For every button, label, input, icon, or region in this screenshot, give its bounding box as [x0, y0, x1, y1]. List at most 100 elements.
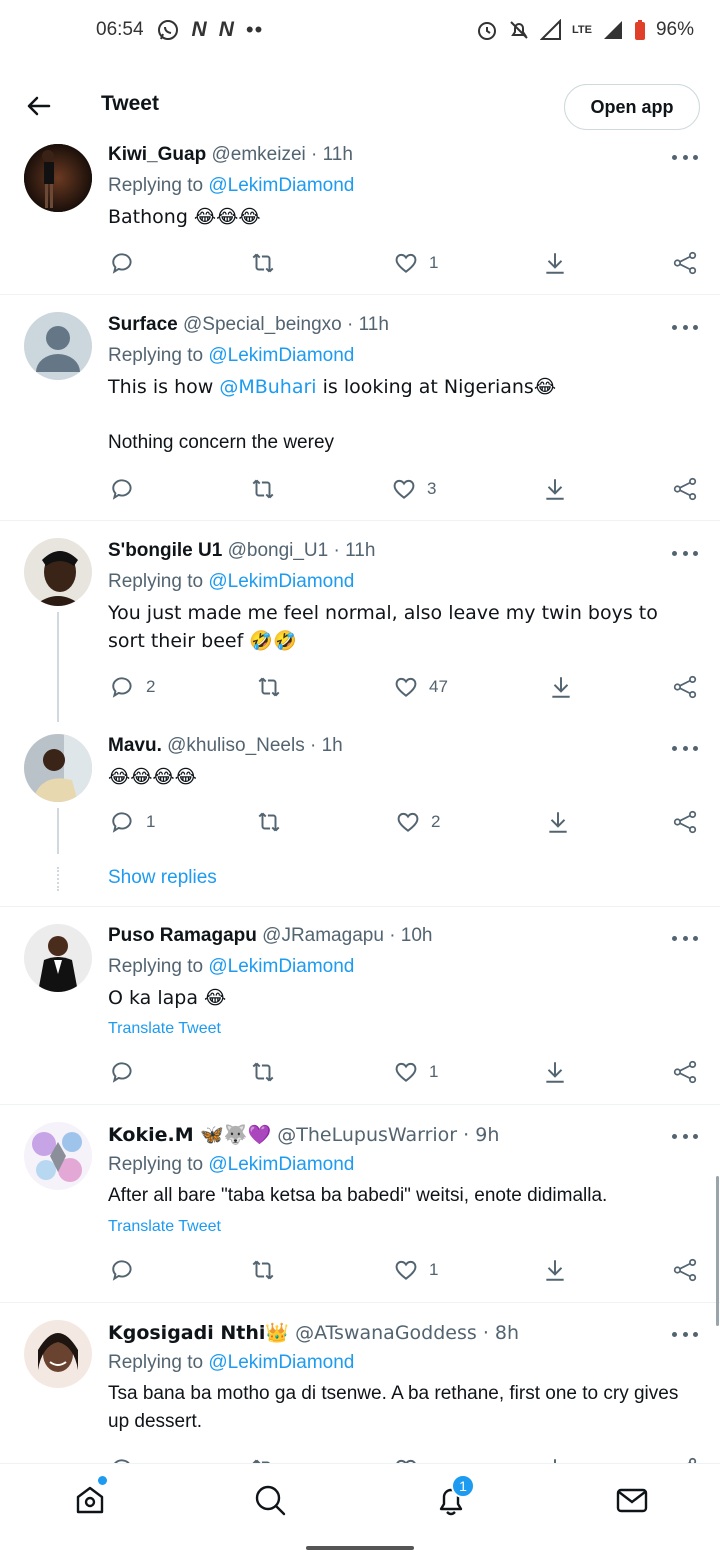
- like-button[interactable]: 1: [393, 1059, 438, 1085]
- reply-button[interactable]: [110, 1059, 136, 1085]
- replies-feed[interactable]: Kiwi_Guap @emkeizei · 11h Replying to @L…: [0, 140, 720, 1463]
- retweet-icon: [252, 1459, 270, 1463]
- share-icon: [673, 1258, 697, 1282]
- reply-count: 2: [146, 677, 156, 696]
- download-button[interactable]: [542, 476, 568, 502]
- avatar[interactable]: [24, 144, 92, 212]
- scrollbar[interactable]: [716, 1176, 719, 1326]
- like-count: 2: [431, 812, 441, 831]
- user-handle[interactable]: @ATswanaGoddess: [295, 1322, 477, 1344]
- open-app-button[interactable]: Open app: [564, 84, 700, 130]
- display-name[interactable]: Surface: [108, 314, 178, 335]
- tweet-actions: 2 47: [0, 674, 720, 704]
- share-button[interactable]: [672, 250, 698, 276]
- reply-button[interactable]: [110, 1257, 136, 1283]
- user-handle[interactable]: @khuliso_Neels: [167, 735, 305, 756]
- share-icon: [673, 810, 697, 834]
- share-button[interactable]: [672, 674, 698, 700]
- more-options-icon[interactable]: [672, 317, 698, 337]
- heart-icon: [397, 812, 419, 832]
- mention-link[interactable]: @LekimDiamond: [208, 175, 354, 196]
- retweet-button[interactable]: [250, 476, 276, 502]
- avatar[interactable]: [24, 538, 92, 606]
- signal-icon: [602, 19, 624, 41]
- retweet-button[interactable]: [250, 1456, 276, 1463]
- show-replies-link[interactable]: Show replies: [108, 867, 217, 889]
- share-button[interactable]: [672, 809, 698, 835]
- mention-link[interactable]: @MBuhari: [219, 376, 316, 398]
- display-name[interactable]: Puso Ramagapu: [108, 925, 257, 946]
- status-time: 06:54: [96, 19, 144, 40]
- like-button[interactable]: 3: [391, 476, 436, 502]
- more-options-icon[interactable]: [672, 928, 698, 948]
- mention-link[interactable]: @LekimDiamond: [208, 1352, 354, 1373]
- avatar[interactable]: [24, 734, 92, 802]
- home-icon[interactable]: [72, 1482, 108, 1518]
- more-options-icon[interactable]: [672, 147, 698, 167]
- retweet-button[interactable]: [250, 1059, 276, 1085]
- download-button[interactable]: [542, 1059, 568, 1085]
- share-button[interactable]: [672, 1059, 698, 1085]
- user-handle[interactable]: @TheLupusWarrior: [277, 1124, 457, 1146]
- gesture-bar[interactable]: [306, 1546, 414, 1550]
- reply-button[interactable]: [110, 476, 136, 502]
- display-name[interactable]: Kokie.M 🦋🐺💜: [108, 1124, 271, 1146]
- download-button[interactable]: [542, 1456, 568, 1463]
- back-arrow-icon[interactable]: [22, 90, 54, 122]
- replying-prefix: Replying to: [108, 571, 204, 592]
- display-name[interactable]: S'bongile U1: [108, 540, 222, 561]
- retweet-button[interactable]: [256, 674, 282, 700]
- mail-icon[interactable]: [614, 1482, 650, 1518]
- reply-button[interactable]: 1: [110, 809, 155, 835]
- share-button[interactable]: [672, 476, 698, 502]
- download-button[interactable]: [545, 809, 571, 835]
- like-count: 1: [429, 1062, 439, 1081]
- mention-link[interactable]: @LekimDiamond: [208, 1154, 354, 1175]
- heart-icon: [395, 677, 417, 697]
- user-handle[interactable]: @emkeizei: [211, 144, 305, 165]
- retweet-button[interactable]: [256, 809, 282, 835]
- tweet-header: Kgosigadi Nthi👑 @ATswanaGoddess · 8h: [108, 1321, 519, 1344]
- avatar[interactable]: [24, 924, 92, 992]
- mention-link[interactable]: @LekimDiamond: [208, 956, 354, 977]
- translate-tweet-link[interactable]: Translate Tweet: [108, 1218, 221, 1236]
- like-button[interactable]: [393, 1456, 419, 1463]
- like-count: 3: [427, 479, 437, 498]
- tweet-text: Bathong 😂😂😂: [108, 206, 261, 228]
- share-icon: [673, 675, 697, 699]
- search-icon[interactable]: [252, 1482, 288, 1518]
- avatar[interactable]: [24, 1122, 92, 1190]
- translate-tweet-link[interactable]: Translate Tweet: [108, 1020, 221, 1038]
- reply-button[interactable]: 2: [110, 674, 155, 700]
- more-options-icon[interactable]: [672, 1126, 698, 1146]
- user-handle[interactable]: @bongi_U1: [228, 540, 329, 561]
- reply-button[interactable]: [110, 250, 136, 276]
- mention-link[interactable]: @LekimDiamond: [208, 571, 354, 592]
- share-button[interactable]: [672, 1456, 698, 1463]
- divider: [0, 1302, 720, 1303]
- like-count: 1: [429, 1260, 439, 1279]
- like-button[interactable]: 47: [393, 674, 448, 700]
- avatar[interactable]: [24, 1320, 92, 1388]
- more-options-icon[interactable]: [672, 738, 698, 758]
- user-handle[interactable]: @JRamagapu: [262, 925, 384, 946]
- retweet-button[interactable]: [250, 1257, 276, 1283]
- tweet-actions: 1: [0, 1059, 720, 1089]
- share-button[interactable]: [672, 1257, 698, 1283]
- display-name[interactable]: Kiwi_Guap: [108, 144, 206, 165]
- more-options-icon[interactable]: [672, 1324, 698, 1344]
- display-name[interactable]: Mavu.: [108, 735, 162, 756]
- display-name[interactable]: Kgosigadi Nthi👑: [108, 1322, 289, 1344]
- download-button[interactable]: [548, 674, 574, 700]
- download-button[interactable]: [542, 1257, 568, 1283]
- more-options-icon[interactable]: [672, 543, 698, 563]
- mention-link[interactable]: @LekimDiamond: [208, 345, 354, 366]
- like-button[interactable]: 2: [395, 809, 440, 835]
- like-button[interactable]: 1: [393, 1257, 438, 1283]
- like-button[interactable]: 1: [393, 250, 438, 276]
- avatar[interactable]: [24, 312, 92, 380]
- reply-button[interactable]: [110, 1456, 136, 1463]
- retweet-button[interactable]: [250, 250, 276, 276]
- download-button[interactable]: [542, 250, 568, 276]
- user-handle[interactable]: @Special_beingxo: [183, 314, 342, 335]
